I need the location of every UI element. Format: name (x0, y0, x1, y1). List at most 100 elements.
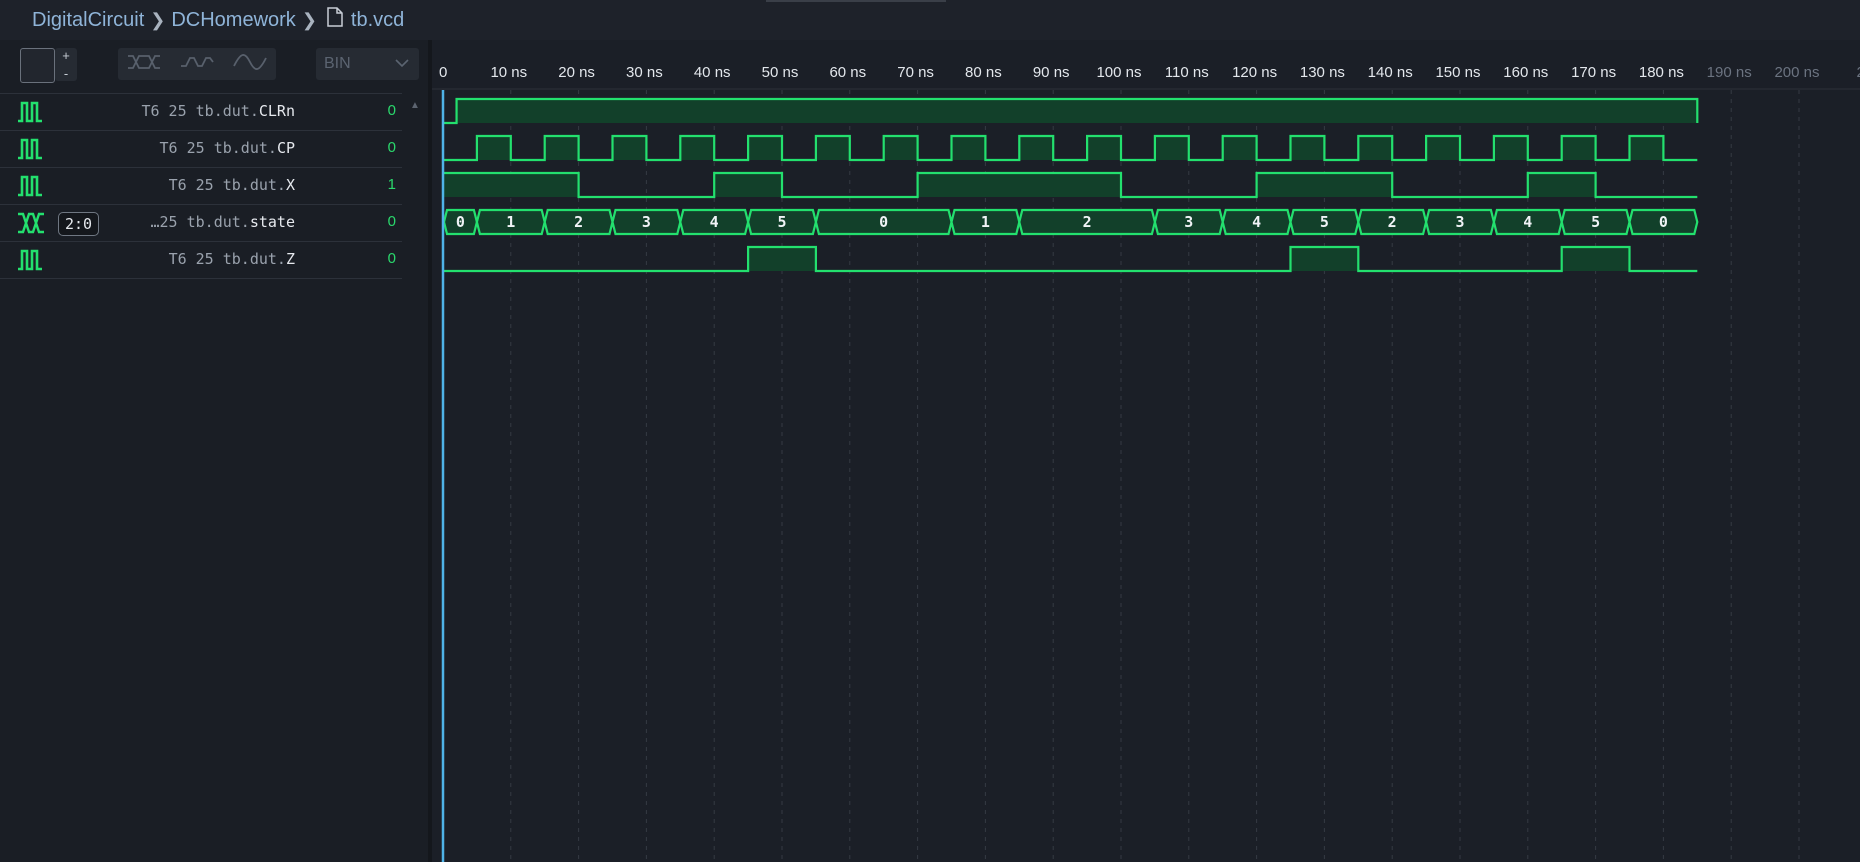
signal-name: …25 tb.dut.state (150, 213, 296, 231)
time-tick-label: 0 (439, 64, 447, 81)
time-tick-label: 60 ns (829, 64, 866, 81)
signal-name: T6 25 tb.dut.CP (159, 139, 295, 157)
signal-row-cp[interactable]: T6 25 tb.dut.CP 0 (0, 131, 402, 168)
signal-value: 0 (387, 250, 396, 267)
state-value-label: 1 (981, 213, 990, 231)
x-high-segment (443, 173, 579, 197)
signal-list: T6 25 tb.dut.CLRn 0 T6 25 tb.dut.CP 0 T6… (0, 93, 402, 279)
clrn-high-segment (456, 99, 1698, 123)
cp-high-segment (1426, 136, 1460, 160)
waveform-viewer[interactable]: 0 10 ns 20 ns 30 ns 40 ns 50 ns 60 ns 70 ns 80 n… (432, 40, 1860, 862)
signal-name: T6 25 tb.dut.X (168, 176, 295, 194)
z-high-segment (748, 247, 816, 271)
cp-high-segment (815, 136, 850, 160)
bus-width-badge: 2:0 (58, 212, 100, 236)
time-tick-label: 200 ns (1774, 64, 1819, 81)
title-bar-marker (766, 0, 946, 2)
time-tick-label: 40 ns (694, 64, 731, 81)
signal-row-x[interactable]: T6 25 tb.dut.X 1 (0, 168, 402, 205)
signal-row-state[interactable]: 2:0 …25 tb.dut.state 0 (0, 205, 402, 242)
state-value-label: 2 (1083, 213, 1092, 231)
time-tick-label: 21 (1856, 64, 1860, 81)
state-value-label: 1 (506, 213, 515, 231)
state-value-label: 5 (777, 213, 786, 231)
breadcrumb-item-digitalcircuit[interactable]: DigitalCircuit (32, 9, 144, 32)
waveform-canvas[interactable]: 0 10 ns 20 ns 30 ns 40 ns 50 ns 60 ns 70 ns 80 n… (432, 40, 1860, 862)
state-value-label: 4 (1523, 213, 1532, 231)
bus-style-icon[interactable] (127, 54, 161, 75)
radix-select[interactable]: BIN (316, 48, 419, 80)
time-tick-label: 140 ns (1368, 64, 1413, 81)
signal-value: 1 (387, 176, 396, 193)
cp-high-segment (1629, 136, 1664, 160)
state-value-label: 4 (710, 213, 719, 231)
state-value-label: 5 (1320, 213, 1329, 231)
signal-row-clrn[interactable]: T6 25 tb.dut.CLRn 0 (0, 93, 402, 131)
signal-panel: + - BIN T6 25 tb.dut.CLRn 0 T6 25 tb.dut… (0, 40, 429, 862)
x-high-segment (917, 173, 1121, 197)
time-tick-label: 50 ns (762, 64, 799, 81)
cp-high-segment (1019, 136, 1054, 160)
state-value-label: 5 (1591, 213, 1600, 231)
signal-row-z[interactable]: T6 25 tb.dut.Z 0 (0, 242, 402, 279)
chevron-right-icon: ❯ (301, 9, 317, 30)
time-tick-label: 80 ns (965, 64, 1002, 81)
cp-high-segment (544, 136, 579, 160)
time-tick-label: 10 ns (490, 64, 527, 81)
cp-high-segment (1154, 136, 1189, 160)
cp-high-segment (680, 136, 715, 160)
digital-signal-icon (16, 137, 46, 161)
state-value-label: 0 (879, 213, 888, 231)
time-tick-label: 70 ns (897, 64, 934, 81)
cp-high-segment (951, 136, 986, 160)
state-value-label: 0 (1659, 213, 1668, 231)
signal-name: T6 25 tb.dut.Z (168, 250, 295, 268)
chevron-down-icon (395, 55, 409, 73)
color-swatch-button[interactable] (20, 48, 55, 83)
signal-value: 0 (387, 102, 396, 119)
state-value-label: 2 (574, 213, 583, 231)
time-tick-label: 20 ns (558, 64, 595, 81)
time-tick-label: 30 ns (626, 64, 663, 81)
step-style-icon[interactable] (180, 54, 214, 75)
plus-button[interactable]: + (62, 48, 70, 63)
x-high-segment (714, 173, 782, 197)
bus-signal-icon (16, 211, 46, 235)
state-value-label: 0 (456, 213, 465, 231)
x-high-segment (1527, 173, 1596, 197)
time-tick-label: 120 ns (1232, 64, 1277, 81)
cp-high-segment (1290, 136, 1325, 160)
wave-style-group (118, 48, 276, 80)
analog-style-icon[interactable] (232, 53, 267, 75)
time-tick-label: 100 ns (1096, 64, 1141, 81)
state-value-label: 3 (1184, 213, 1193, 231)
x-high-segment (1256, 173, 1393, 197)
breadcrumb-item-file[interactable]: tb.vcd (351, 9, 404, 32)
cp-high-segment (612, 136, 647, 160)
time-tick-label: 150 ns (1435, 64, 1480, 81)
cp-high-segment (883, 136, 918, 160)
zoom-stepper[interactable]: + - (55, 48, 77, 81)
chevron-right-icon: ❯ (150, 9, 166, 30)
breadcrumb-item-dchomework[interactable]: DCHomework (171, 9, 295, 32)
time-tick-label: 190 ns (1707, 64, 1752, 81)
z-high-segment (1290, 247, 1359, 271)
cp-high-segment (1087, 136, 1121, 160)
cp-high-segment (476, 136, 511, 160)
wave-toolbar: + - BIN (0, 40, 428, 92)
time-tick-label: 160 ns (1503, 64, 1548, 81)
breadcrumb: DigitalCircuit ❯ DCHomework ❯ tb.vcd (0, 0, 1860, 40)
z-wave (443, 245, 1698, 273)
signal-name: T6 25 tb.dut.CLRn (141, 102, 295, 120)
cp-high-segment (1493, 136, 1528, 160)
minus-button[interactable]: - (64, 66, 68, 81)
signal-value: 0 (387, 213, 396, 230)
digital-signal-icon (16, 174, 46, 198)
state-value-label: 2 (1388, 213, 1397, 231)
scroll-up-arrow-icon[interactable]: ▲ (410, 100, 420, 111)
digital-signal-icon (16, 248, 46, 272)
file-icon (327, 7, 343, 33)
cp-high-segment (1358, 136, 1393, 160)
radix-value: BIN (324, 55, 351, 72)
digital-signal-icon (16, 100, 46, 124)
